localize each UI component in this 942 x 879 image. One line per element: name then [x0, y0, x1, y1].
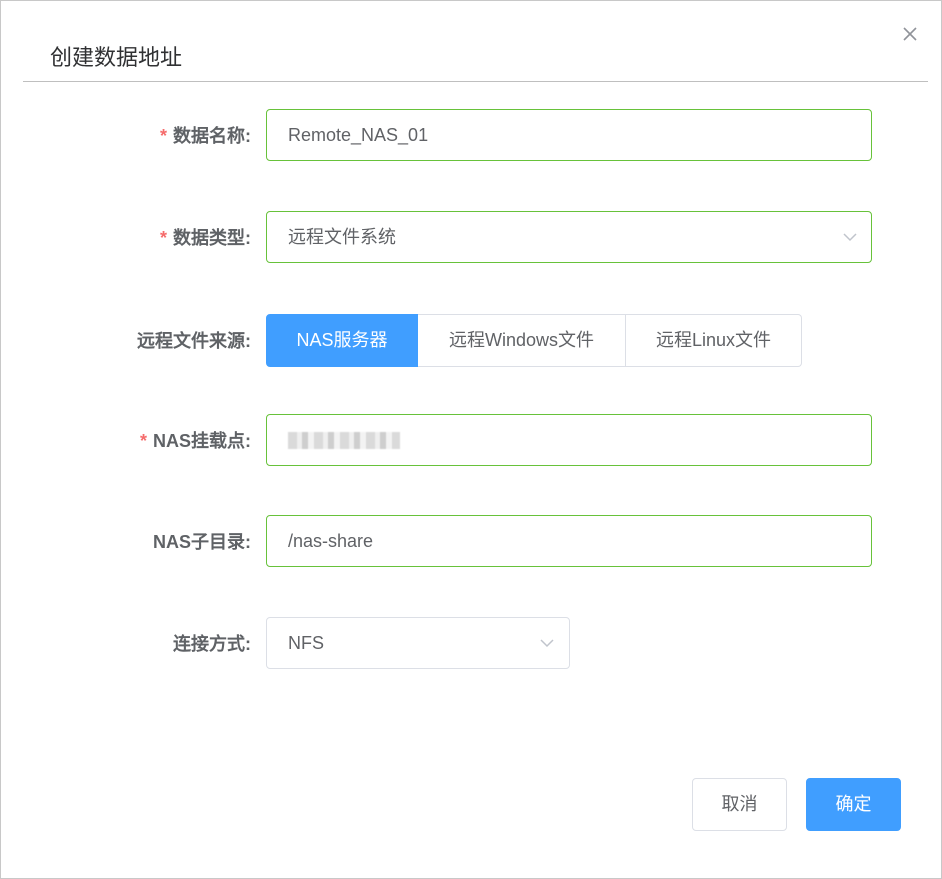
dialog-title: 创建数据地址: [50, 45, 183, 70]
connection-value: NFS: [288, 633, 324, 653]
nas-mount-label: * NAS挂载点:: [139, 431, 251, 451]
connection-label: 连接方式:: [173, 634, 251, 654]
form-row-data-name: * 数据名称: Remote_NAS_01: [1, 109, 941, 163]
nas-subdir-value: /nas-share: [288, 531, 374, 551]
nas-mount-input[interactable]: [266, 414, 872, 466]
title-divider: [23, 81, 928, 82]
data-type-label: * 数据类型:: [159, 228, 251, 248]
create-data-address-dialog: 创建数据地址 * 数据名称: Remote_NAS_01 * 数据类型: 远程文件系…: [0, 0, 942, 879]
data-name-label: * 数据名称:: [159, 126, 251, 146]
form-row-nas-subdir: NAS子目录: /nas-share: [1, 515, 941, 569]
masked-value: [288, 432, 400, 449]
chevron-down-icon: [540, 639, 554, 648]
data-name-value: Remote_NAS_01: [288, 125, 429, 145]
confirm-button[interactable]: 确定: [806, 778, 901, 831]
radio-remote-linux[interactable]: 远程Linux文件: [626, 314, 802, 367]
chevron-down-icon: [843, 233, 857, 242]
radio-nas-server[interactable]: NAS服务器: [266, 314, 418, 367]
required-marker: *: [159, 126, 167, 146]
close-icon[interactable]: [899, 23, 921, 45]
data-name-input[interactable]: Remote_NAS_01: [266, 109, 872, 161]
cancel-button[interactable]: 取消: [692, 778, 787, 831]
nas-subdir-input[interactable]: /nas-share: [266, 515, 872, 567]
form-row-data-type: * 数据类型: 远程文件系统: [1, 211, 941, 265]
remote-source-label: 远程文件来源:: [137, 331, 251, 351]
form-row-connection: 连接方式: NFS: [1, 617, 941, 671]
form-row-nas-mount: * NAS挂载点:: [1, 414, 941, 468]
remote-source-radio-group: NAS服务器 远程Windows文件 远程Linux文件: [266, 314, 802, 367]
data-type-select[interactable]: 远程文件系统: [266, 211, 872, 263]
nas-subdir-label: NAS子目录:: [153, 532, 251, 552]
required-marker: *: [159, 228, 167, 248]
connection-select[interactable]: NFS: [266, 617, 570, 669]
data-type-value: 远程文件系统: [288, 227, 396, 247]
radio-remote-windows[interactable]: 远程Windows文件: [418, 314, 626, 367]
required-marker: *: [139, 431, 147, 451]
form-row-remote-source: 远程文件来源: NAS服务器 远程Windows文件 远程Linux文件: [1, 314, 941, 368]
